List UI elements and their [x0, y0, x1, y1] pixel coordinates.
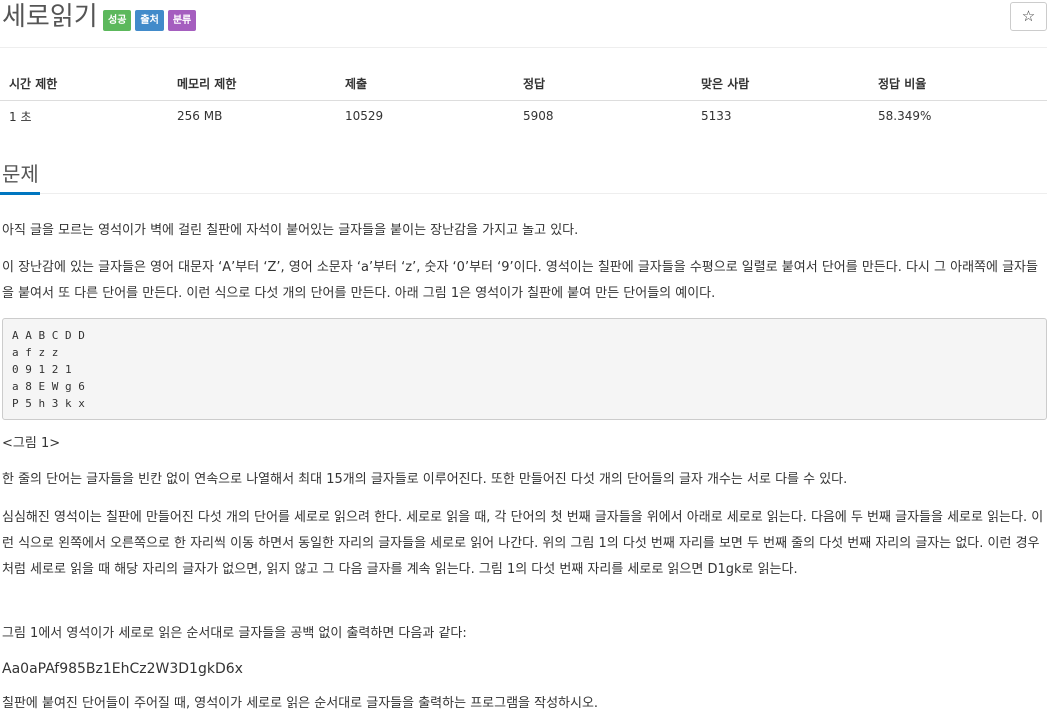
header-divider — [0, 47, 1047, 48]
figure-caption: <그림 1> — [2, 436, 61, 451]
problem-paragraph-1: 아직 글을 모르는 영석이가 벽에 걸린 칠판에 자석이 붙어있는 글자들을 붙… — [2, 223, 579, 238]
value-memory-limit: 256 MB — [177, 109, 223, 124]
header-memory-limit: 메모리 제한 — [168, 68, 336, 101]
value-accept-ratio: 58.349% — [878, 109, 932, 124]
star-icon: ☆ — [1021, 7, 1036, 25]
badge-success[interactable]: 성공 — [103, 10, 132, 31]
problem-title: 세로읽기 — [2, 2, 98, 32]
value-solved-users: 5133 — [701, 109, 732, 124]
value-accepted: 5908 — [523, 109, 554, 124]
table-row: 1 초 256 MB 10529 5908 5133 58.349% — [0, 100, 1047, 132]
output-example: Aa0aPAf985Bz1EhCz2W3D1gkD6x — [2, 661, 243, 677]
favorite-star-button[interactable]: ☆ — [1010, 2, 1047, 31]
problem-info-table: 시간 제한 메모리 제한 제출 정답 맞은 사람 정답 비율 1 초 256 M… — [0, 68, 1047, 132]
header-time-limit: 시간 제한 — [0, 68, 168, 101]
example-board: A A B C D D a f z z 0 9 1 2 1 a 8 E W g … — [2, 318, 1047, 420]
section-accent-bar — [0, 192, 40, 195]
header-accepted: 정답 — [514, 68, 692, 101]
problem-badges: 성공 출처 분류 — [103, 10, 197, 31]
header-accept-ratio: 정답 비율 — [869, 68, 1047, 101]
value-time-limit: 1 초 — [9, 109, 32, 124]
value-submissions: 10529 — [345, 109, 384, 124]
problem-header: 세로읽기 성공 출처 분류 ☆ — [0, 0, 1054, 48]
problem-paragraph-3: 한 줄의 단어는 글자들을 빈칸 없이 연속으로 나열해서 최대 15개의 글자… — [2, 472, 848, 487]
problem-paragraph-6: 칠판에 붙여진 단어들이 주어질 때, 영석이가 세로로 읽은 순서대로 글자들… — [2, 696, 599, 711]
problem-paragraph-5: 그림 1에서 영석이가 세로로 읽은 순서대로 글자들을 공백 없이 출력하면 … — [2, 626, 467, 641]
badge-source[interactable]: 출처 — [135, 10, 164, 31]
badge-category[interactable]: 분류 — [167, 10, 197, 31]
section-divider — [0, 193, 1047, 194]
problem-paragraph-4: 심심해진 영석이는 칠판에 만들어진 다섯 개의 단어를 세로로 읽으려 한다.… — [2, 510, 1044, 577]
section-title: 문제 — [2, 162, 39, 186]
table-header-row: 시간 제한 메모리 제한 제출 정답 맞은 사람 정답 비율 — [0, 68, 1047, 101]
problem-paragraph-2: 이 장난감에 있는 글자들은 영어 대문자 ‘A’부터 ‘Z’, 영어 소문자 … — [2, 260, 1038, 301]
header-solved-users: 맞은 사람 — [692, 68, 869, 101]
header-submissions: 제출 — [336, 68, 514, 101]
